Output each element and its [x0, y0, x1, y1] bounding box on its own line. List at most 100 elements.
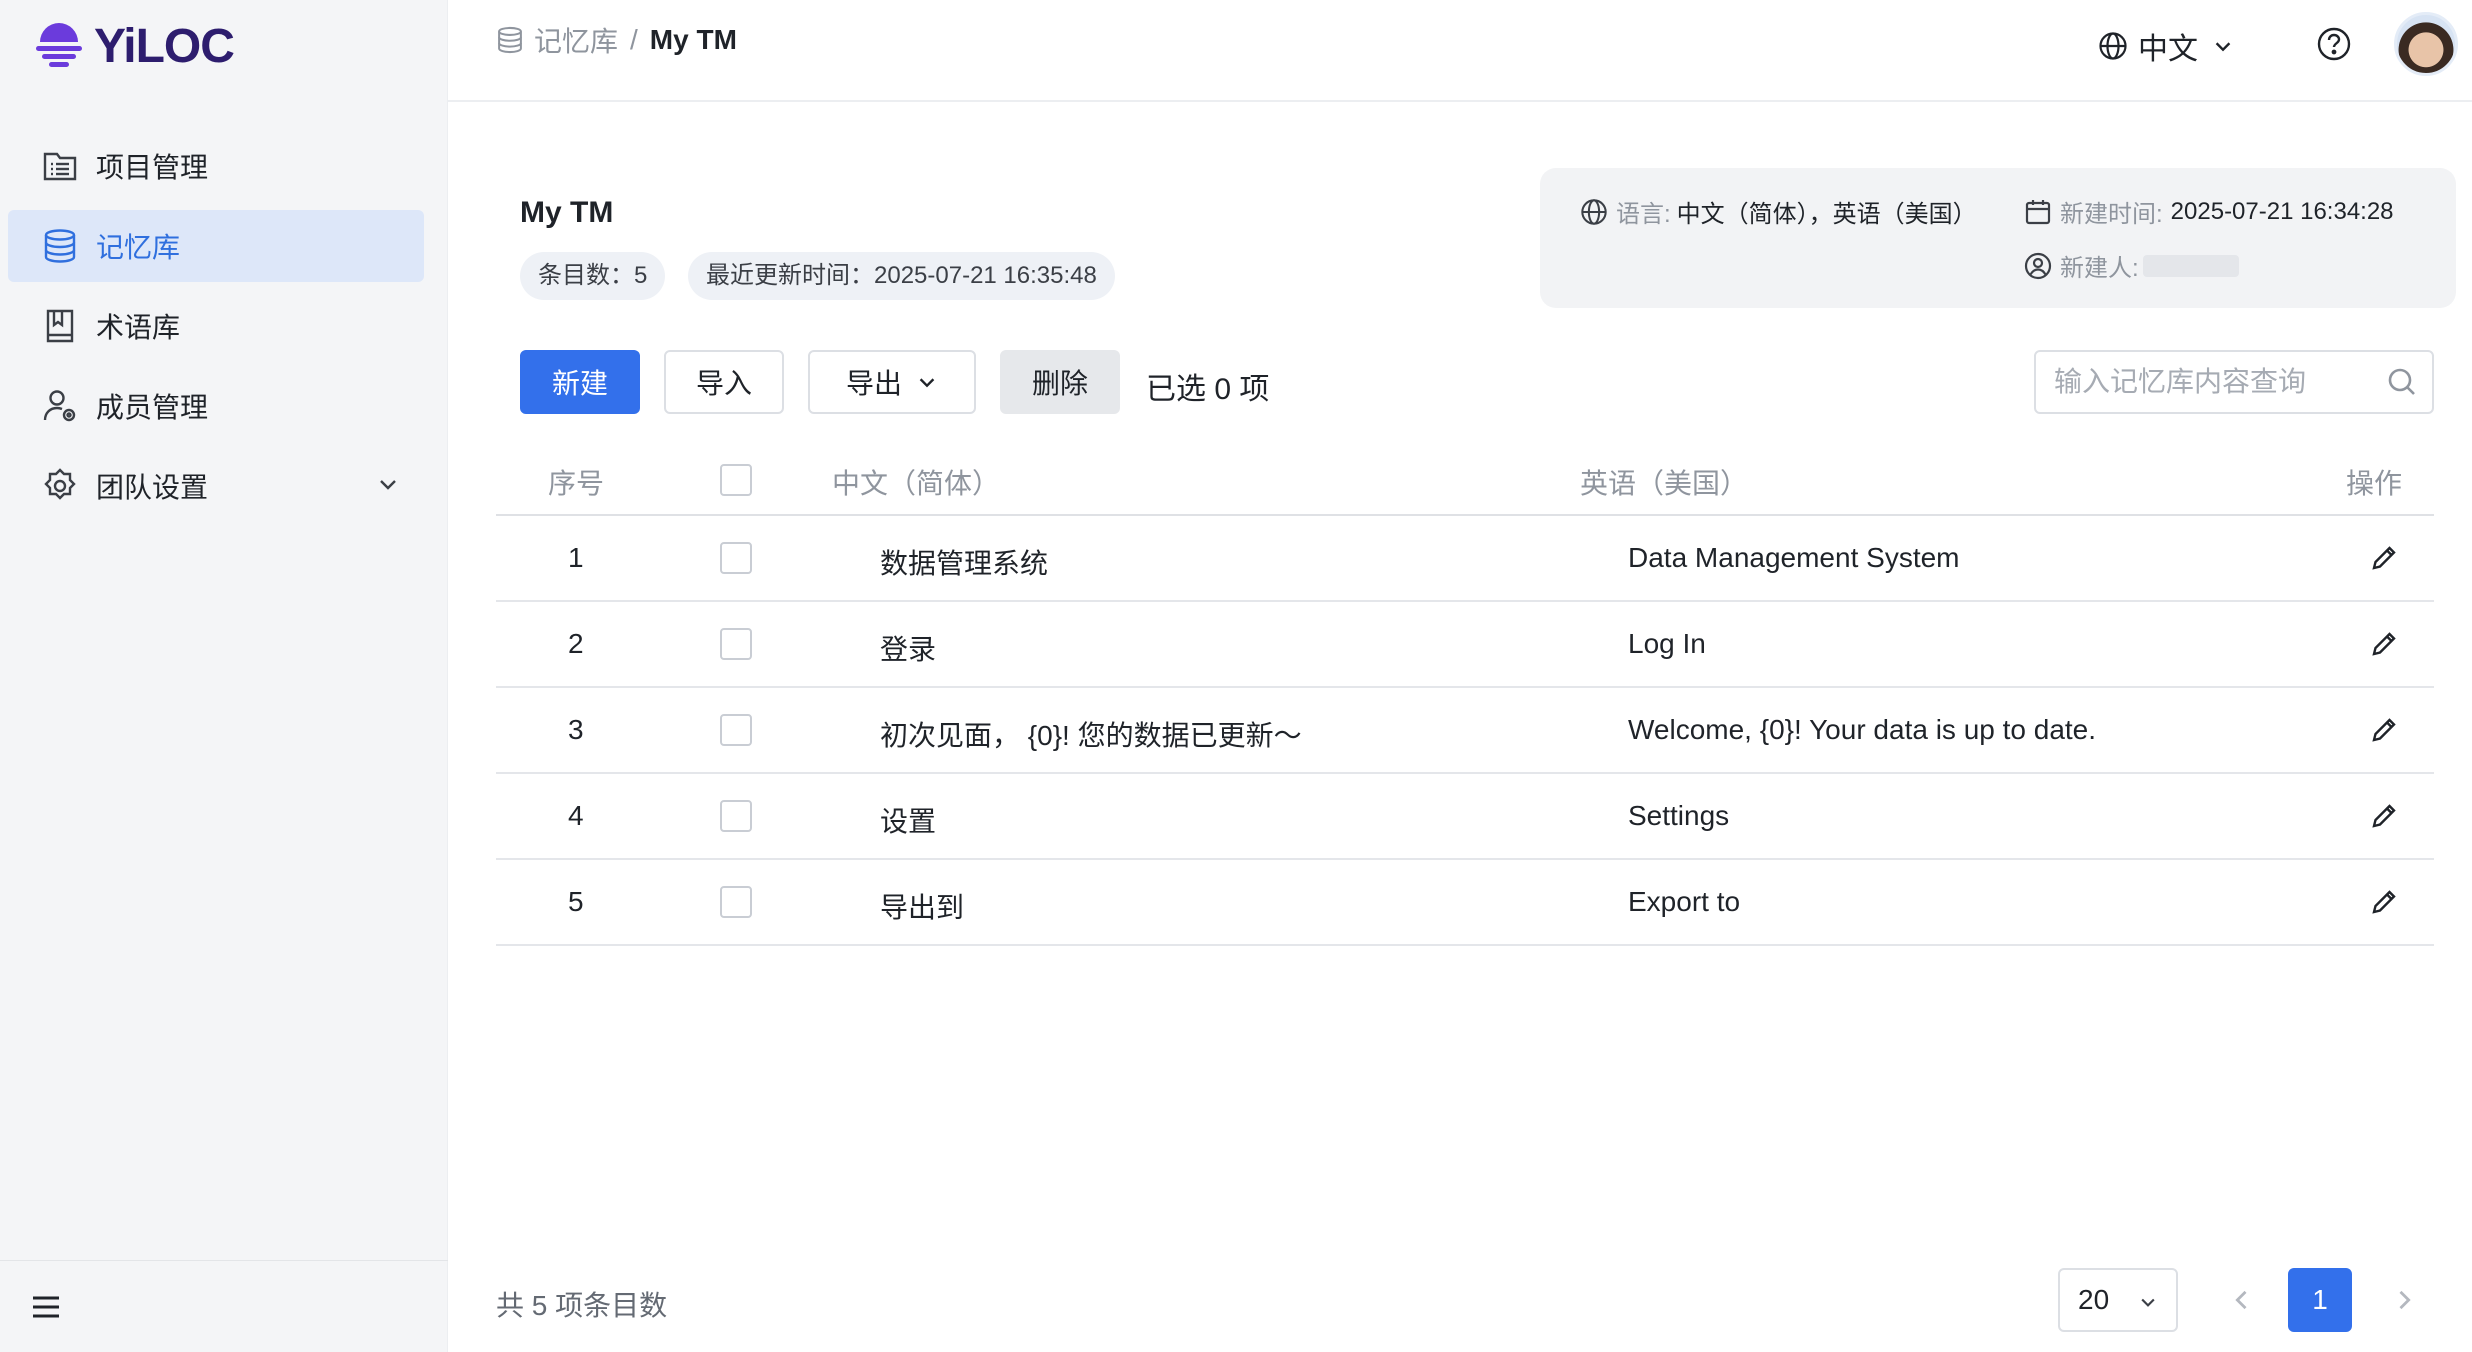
source-text[interactable]: 数据管理系统 [880, 542, 1048, 582]
app-logo[interactable]: YiLOC [34, 16, 235, 76]
entry-count-badge: 条目数：5 [520, 252, 666, 300]
table-row: 1 数据管理系统 Data Management System [496, 516, 2434, 602]
row-index: 3 [568, 714, 584, 745]
logo-text: YiLOC [94, 19, 235, 73]
page-button-current[interactable]: 1 [2288, 1268, 2352, 1332]
table-row: 2 登录 Log In [496, 602, 2434, 688]
edit-icon[interactable] [2368, 628, 2400, 660]
page-title: My TM [520, 196, 614, 229]
meta-language-label: 语言: [1616, 201, 1671, 228]
sidebar-item-projects[interactable]: 项目管理 [8, 130, 424, 202]
row-checkbox[interactable] [720, 628, 752, 660]
breadcrumb-parent[interactable]: 记忆库 [534, 20, 618, 60]
tm-meta-panel: 语言: 中文（简体），英语（美国） 新建时间: 2025-07-21 16:34… [1540, 168, 2456, 308]
source-text[interactable]: 导出到 [880, 886, 964, 926]
table-header: 序号 中文（简体） 英语（美国） 操作 [496, 444, 2434, 516]
chevron-down-icon[interactable] [376, 472, 400, 496]
meta-language-value: 中文（简体），英语（美国） [1676, 201, 1977, 228]
sidebar-item-label: 团队设置 [96, 472, 209, 503]
search-icon[interactable] [2386, 366, 2418, 398]
language-label: 中文 [2138, 33, 2198, 66]
edit-icon[interactable] [2368, 886, 2400, 918]
sidebar-item-termbase[interactable]: 术语库 [8, 290, 424, 362]
meta-language: 语言: 中文（简体），英语（美国） [1580, 194, 1977, 229]
new-button[interactable]: 新建 [520, 350, 640, 414]
calendar-icon [2025, 199, 2051, 224]
row-checkbox[interactable] [720, 542, 752, 574]
globe-icon [1581, 198, 1607, 225]
source-text[interactable]: 登录 [880, 628, 936, 668]
search-box[interactable] [2034, 350, 2434, 414]
row-checkbox[interactable] [720, 886, 752, 918]
edit-icon[interactable] [2368, 542, 2400, 574]
row-index: 4 [568, 800, 584, 831]
sidebar-item-label: 术语库 [96, 312, 181, 343]
menu-icon[interactable] [30, 1293, 62, 1321]
chevron-left-icon[interactable] [2228, 1284, 2256, 1316]
language-switcher[interactable]: 中文 [2098, 24, 2234, 68]
target-text[interactable]: Export to [1628, 886, 1740, 918]
chevron-down-icon [919, 378, 935, 388]
column-header-source: 中文（简体） [832, 468, 1001, 499]
table-row: 5 导出到 Export to [496, 860, 2434, 946]
user-circle-icon [2024, 252, 2052, 279]
delete-button[interactable]: 删除 [1000, 350, 1120, 414]
sidebar: YiLOC 项目管理 记忆库 术语库 成员管理 团队设置 [0, 0, 448, 1352]
creator-name-redacted [2142, 254, 2239, 277]
column-header-index: 序号 [548, 468, 605, 499]
gear-icon [40, 466, 80, 506]
sidebar-footer [0, 1260, 448, 1352]
export-button-label: 导出 [845, 368, 902, 399]
updated-time-badge: 最近更新时间：2025-07-21 16:35:48 [688, 252, 1115, 300]
target-text[interactable]: Welcome, {0}! Your data is up to date. [1628, 714, 2096, 746]
tm-table: 序号 中文（简体） 英语（美国） 操作 1 数据管理系统 Data Manage… [496, 444, 2434, 946]
total-count: 共 5 项条目数 [496, 1290, 668, 1321]
source-text[interactable]: 初次见面， {0}! 您的数据已更新～ [880, 714, 1302, 754]
meta-created-time: 新建时间: 2025-07-21 16:34:28 [2024, 194, 2394, 229]
book-icon [40, 306, 80, 346]
target-text[interactable]: Data Management System [1628, 542, 1960, 574]
source-text[interactable]: 设置 [880, 800, 936, 840]
globe-icon [2099, 32, 2127, 60]
sidebar-item-memory[interactable]: 记忆库 [8, 210, 424, 282]
logo-icon [36, 23, 82, 67]
top-header: 记忆库 / My TM 中文 [448, 0, 2472, 102]
table-row: 4 设置 Settings [496, 774, 2434, 860]
row-index: 5 [568, 886, 584, 917]
help-icon[interactable] [2316, 26, 2352, 62]
target-text[interactable]: Log In [1628, 628, 1706, 660]
export-button[interactable]: 导出 [808, 350, 976, 414]
meta-creator-label: 新建人: [2060, 255, 2139, 282]
sidebar-item-label: 记忆库 [96, 232, 181, 263]
page-size-select[interactable]: 20 [2058, 1268, 2178, 1332]
avatar[interactable] [2394, 12, 2458, 76]
import-button[interactable]: 导入 [664, 350, 784, 414]
breadcrumb: 记忆库 / My TM [496, 20, 737, 60]
select-all-checkbox[interactable] [720, 464, 752, 496]
column-header-target: 英语（美国） [1580, 468, 1749, 499]
database-icon [498, 26, 522, 54]
row-index: 1 [568, 542, 584, 573]
sidebar-nav: 项目管理 记忆库 术语库 成员管理 团队设置 [8, 130, 424, 530]
breadcrumb-separator: / [630, 24, 638, 55]
sidebar-item-members[interactable]: 成员管理 [8, 370, 424, 442]
user-settings-icon [40, 386, 80, 426]
row-checkbox[interactable] [720, 800, 752, 832]
breadcrumb-current: My TM [649, 24, 737, 55]
meta-creator: 新建人: [2024, 248, 2239, 283]
project-list-icon [40, 146, 80, 186]
search-input[interactable] [2052, 352, 2372, 412]
edit-icon[interactable] [2368, 800, 2400, 832]
row-index: 2 [568, 628, 584, 659]
meta-created-value: 2025-07-21 16:34:28 [2170, 197, 2394, 225]
sidebar-item-label: 成员管理 [96, 392, 209, 423]
sidebar-item-label: 项目管理 [96, 152, 209, 183]
database-icon [40, 226, 80, 266]
chevron-right-icon[interactable] [2390, 1284, 2418, 1316]
selected-count: 已选 0 项 [1146, 373, 1270, 406]
edit-icon[interactable] [2368, 714, 2400, 746]
sidebar-item-team-settings[interactable]: 团队设置 [8, 450, 424, 522]
target-text[interactable]: Settings [1628, 800, 1729, 832]
row-checkbox[interactable] [720, 714, 752, 746]
table-row: 3 初次见面， {0}! 您的数据已更新～ Welcome, {0}! Your… [496, 688, 2434, 774]
